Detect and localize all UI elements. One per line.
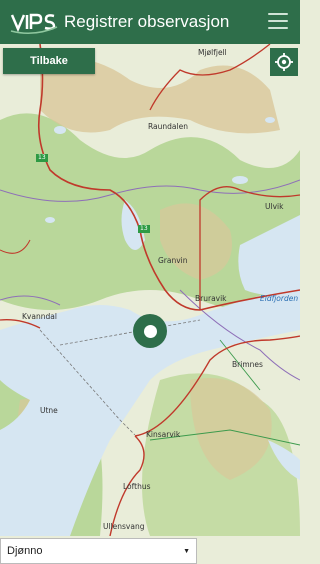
app-header: Registrer observasjon [0, 0, 300, 44]
road-number-label: 13 [138, 225, 150, 233]
road-number-label: 13 [36, 154, 48, 162]
place-brimnes: Brimnes [232, 360, 263, 369]
dropdown-arrow-icon: ▼ [183, 547, 190, 555]
location-select[interactable]: Djønno ▼ [0, 538, 197, 564]
location-marker-icon[interactable] [133, 314, 167, 348]
place-ulvik: Ulvik [265, 202, 284, 211]
place-kinsarvik: Kinsarvik [146, 430, 181, 439]
place-ullensvang: Ullensvang [103, 522, 145, 531]
place-kvanndal: Kvanndal [22, 312, 57, 321]
crosshair-locate-icon[interactable] [270, 48, 298, 76]
map-view[interactable]: Mjølfjell Raundalen Ulvik Granvin Brurav… [0, 44, 300, 536]
place-bruravik: Bruravik [195, 294, 227, 303]
back-button[interactable]: Tilbake [3, 48, 95, 74]
vips-logo [10, 13, 58, 34]
hamburger-menu-icon[interactable] [268, 13, 288, 29]
page-title: Registrer observasjon [64, 12, 230, 31]
place-utne: Utne [40, 406, 58, 415]
location-select-value: Djønno [7, 545, 43, 557]
place-eidfjorden: Eidfjorden [260, 294, 299, 303]
place-granvin: Granvin [158, 256, 188, 265]
place-lofthus: Lofthus [123, 482, 151, 491]
place-raundalen: Raundalen [148, 122, 188, 131]
place-mjolfjell: Mjølfjell [198, 48, 227, 57]
marker-center-dot [143, 324, 157, 338]
map-canvas[interactable] [0, 44, 300, 536]
